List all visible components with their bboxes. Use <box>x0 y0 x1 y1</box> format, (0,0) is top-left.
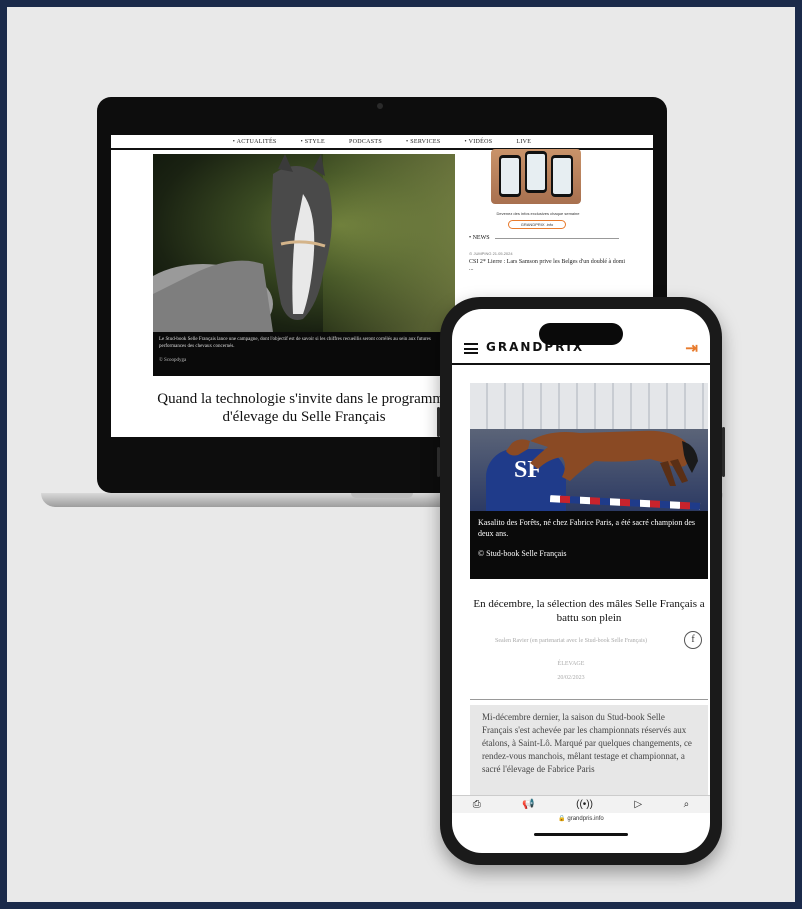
article-headline[interactable]: Quand la technologie s'invite dans le pr… <box>151 390 457 426</box>
horse-head-image <box>153 154 332 332</box>
bottom-nav: ⎙ 📢 ((•)) ▷ ⌕ <box>452 795 710 813</box>
ad-image <box>491 149 581 204</box>
nav-item-podcasts[interactable]: PODCASTS <box>349 139 382 145</box>
smartphone: GRANDPRIX ⇥ SF Kasalito des Forêts, né c… <box>437 297 725 865</box>
camera-icon <box>377 103 383 109</box>
nav-item-live[interactable]: LIVE <box>516 139 531 145</box>
nav-item-actualites[interactable]: • ACTUALITÉS <box>233 139 277 145</box>
browser-url[interactable]: 🔒 grandpris.info <box>452 815 710 822</box>
publish-date: 20/02/2023 <box>557 675 585 681</box>
menu-icon[interactable] <box>464 343 478 354</box>
site-nav: • ACTUALITÉS • STYLE PODCASTS • SERVICES… <box>111 135 653 150</box>
magazine-icon[interactable]: ⎙ <box>473 799 481 810</box>
article-caption: Kasalito des Forêts, né chez Fabrice Par… <box>470 511 708 579</box>
facebook-share-icon[interactable]: f <box>684 631 702 649</box>
article-body: Mi-décembre dernier, la saison du Stud-b… <box>470 705 708 795</box>
login-icon[interactable]: ⇥ <box>685 339 698 357</box>
nav-item-services[interactable]: • SERVICES <box>406 139 440 145</box>
news-item[interactable]: CSI 2* Lierre : Lars Samson prive les Be… <box>469 259 629 273</box>
article-credit: © Stud-book Selle Français <box>478 549 567 558</box>
article-body-text: Mi-décembre dernier, la saison du Stud-b… <box>482 712 692 774</box>
live-radio-icon[interactable]: ((•)) <box>576 799 593 810</box>
hero-credit: © Scoopdyga <box>159 358 187 363</box>
article-image[interactable]: SF <box>470 383 708 511</box>
hero-caption-text: Le Stud-book Selle Français lance une ca… <box>159 337 431 349</box>
article-title: En décembre, la sélection des mâles Sell… <box>473 598 705 624</box>
video-play-icon[interactable]: ▷ <box>634 799 642 810</box>
nav-item-videos[interactable]: • VIDÉOS <box>465 139 493 145</box>
phone-screen: GRANDPRIX ⇥ SF Kasalito des Forêts, né c… <box>452 309 710 853</box>
newsletter-ad[interactable]: Devenez des infos exclusives chaque sema… <box>463 149 583 229</box>
promo-canvas: • ACTUALITÉS • STYLE PODCASTS • SERVICES… <box>7 7 795 902</box>
hero-caption: Le Stud-book Selle Français lance une ca… <box>153 332 455 376</box>
article-caption-text: Kasalito des Forêts, né chez Fabrice Par… <box>478 518 696 538</box>
news-section-header: • NEWS <box>469 235 619 241</box>
ad-logo[interactable]: GRANDPRIX .info <box>508 220 566 229</box>
ad-text: Devenez des infos exclusives chaque sema… <box>496 211 580 216</box>
dynamic-island <box>539 323 623 345</box>
home-indicator[interactable] <box>534 833 628 836</box>
byline: Sealen Ravier (en partenariat avec le St… <box>495 638 647 644</box>
news-label: • NEWS <box>469 235 490 241</box>
hero-image[interactable] <box>153 154 455 332</box>
news-meta: ⊙ JUMPING 21.05.2024 <box>469 251 513 256</box>
jumping-horse-image <box>506 430 698 486</box>
nav-item-style[interactable]: • STYLE <box>301 139 325 145</box>
category-tag[interactable]: ÉLEVAGE <box>476 661 666 667</box>
divider <box>470 699 708 700</box>
megaphone-icon[interactable]: 📢 <box>522 799 534 810</box>
search-icon[interactable]: ⌕ <box>684 799 690 810</box>
